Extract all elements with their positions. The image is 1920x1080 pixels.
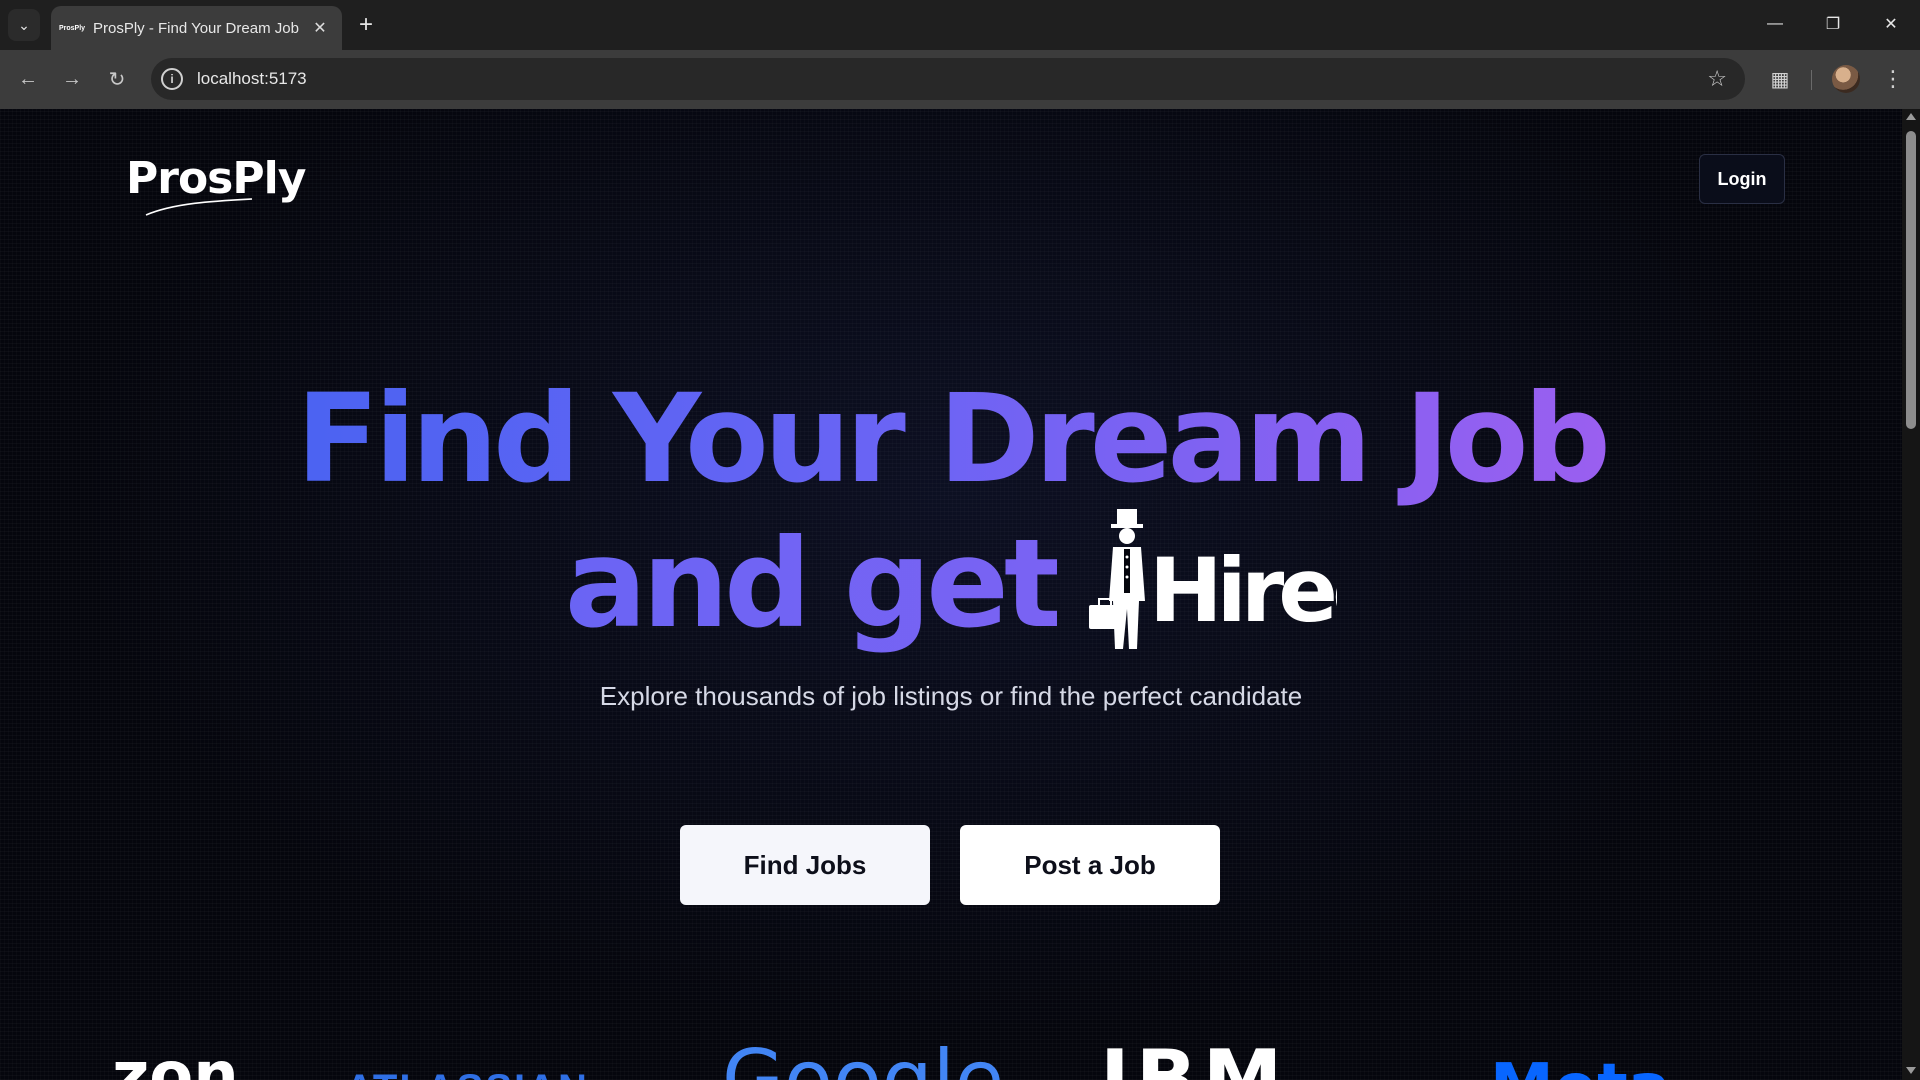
address-bar[interactable]: i localhost:5173 ☆ — [151, 58, 1745, 100]
page-viewport: ProsPly Login Find Your Dream Job and ge… — [0, 109, 1902, 1080]
extensions-puzzle-icon[interactable]: ▦ — [1765, 64, 1795, 94]
page-scrollbar[interactable] — [1902, 109, 1920, 1080]
bookmark-star-icon[interactable]: ☆ — [1707, 66, 1727, 92]
amazon-logo: zon — [112, 1039, 239, 1080]
tab-favicon-icon: ProsPly — [58, 24, 86, 32]
new-tab-plus-icon[interactable]: + — [352, 12, 380, 40]
tab-search-chevron-icon[interactable]: ⌄ — [8, 9, 40, 41]
atlassian-logo: ATLASSIAN — [345, 1067, 589, 1080]
find-jobs-button[interactable]: Find Jobs — [680, 825, 930, 905]
minimize-icon[interactable]: — — [1746, 0, 1804, 48]
tab-close-icon[interactable]: ✕ — [310, 18, 330, 38]
back-arrow-icon[interactable]: ← — [13, 64, 43, 94]
scroll-up-arrow-icon[interactable] — [1906, 113, 1916, 120]
browser-tab-bar: ⌄ ProsPly ProsPly - Find Your Dream Job … — [0, 0, 1920, 50]
address-bar-url[interactable]: localhost:5173 — [197, 69, 307, 89]
company-logo-strip: zon ATLASSIAN Google IBM Meta — [0, 1033, 1902, 1080]
google-logo: Google — [722, 1033, 1005, 1080]
hero-line-1: Find Your Dream Job — [296, 368, 1611, 510]
logo-swoosh-icon — [145, 198, 253, 216]
browser-tab-active[interactable]: ProsPly ProsPly - Find Your Dream Job ✕ — [51, 6, 342, 50]
hero-subtitle: Explore thousands of job listings or fin… — [599, 681, 1303, 711]
login-button[interactable]: Login — [1699, 154, 1785, 204]
window-close-icon[interactable]: ✕ — [1862, 0, 1920, 48]
toolbar-divider — [1811, 70, 1812, 90]
hero-heading: Find Your Dream Job and get Hired — [0, 369, 1902, 659]
ibm-logo: IBM — [1100, 1033, 1289, 1080]
tab-title: ProsPly - Find Your Dream Job — [93, 19, 299, 37]
scroll-down-arrow-icon[interactable] — [1906, 1067, 1916, 1074]
profile-avatar[interactable] — [1832, 65, 1860, 93]
forward-arrow-icon[interactable]: → — [57, 64, 87, 94]
site-info-icon[interactable]: i — [161, 68, 183, 90]
hero-line-2: and get — [564, 513, 1062, 655]
scrollbar-thumb[interactable] — [1906, 131, 1916, 429]
hired-logo: Hired — [1089, 509, 1337, 649]
browser-menu-kebab-icon[interactable]: ⋮ — [1878, 64, 1908, 94]
svg-text:Hired: Hired — [1149, 539, 1337, 642]
browser-toolbar: ← → ↻ i localhost:5173 ☆ ▦ ⋮ — [0, 50, 1920, 109]
post-job-button[interactable]: Post a Job — [960, 825, 1220, 905]
reload-icon[interactable]: ↻ — [102, 64, 132, 94]
meta-logo: Meta — [1490, 1051, 1671, 1080]
restore-icon[interactable]: ❐ — [1804, 0, 1862, 48]
